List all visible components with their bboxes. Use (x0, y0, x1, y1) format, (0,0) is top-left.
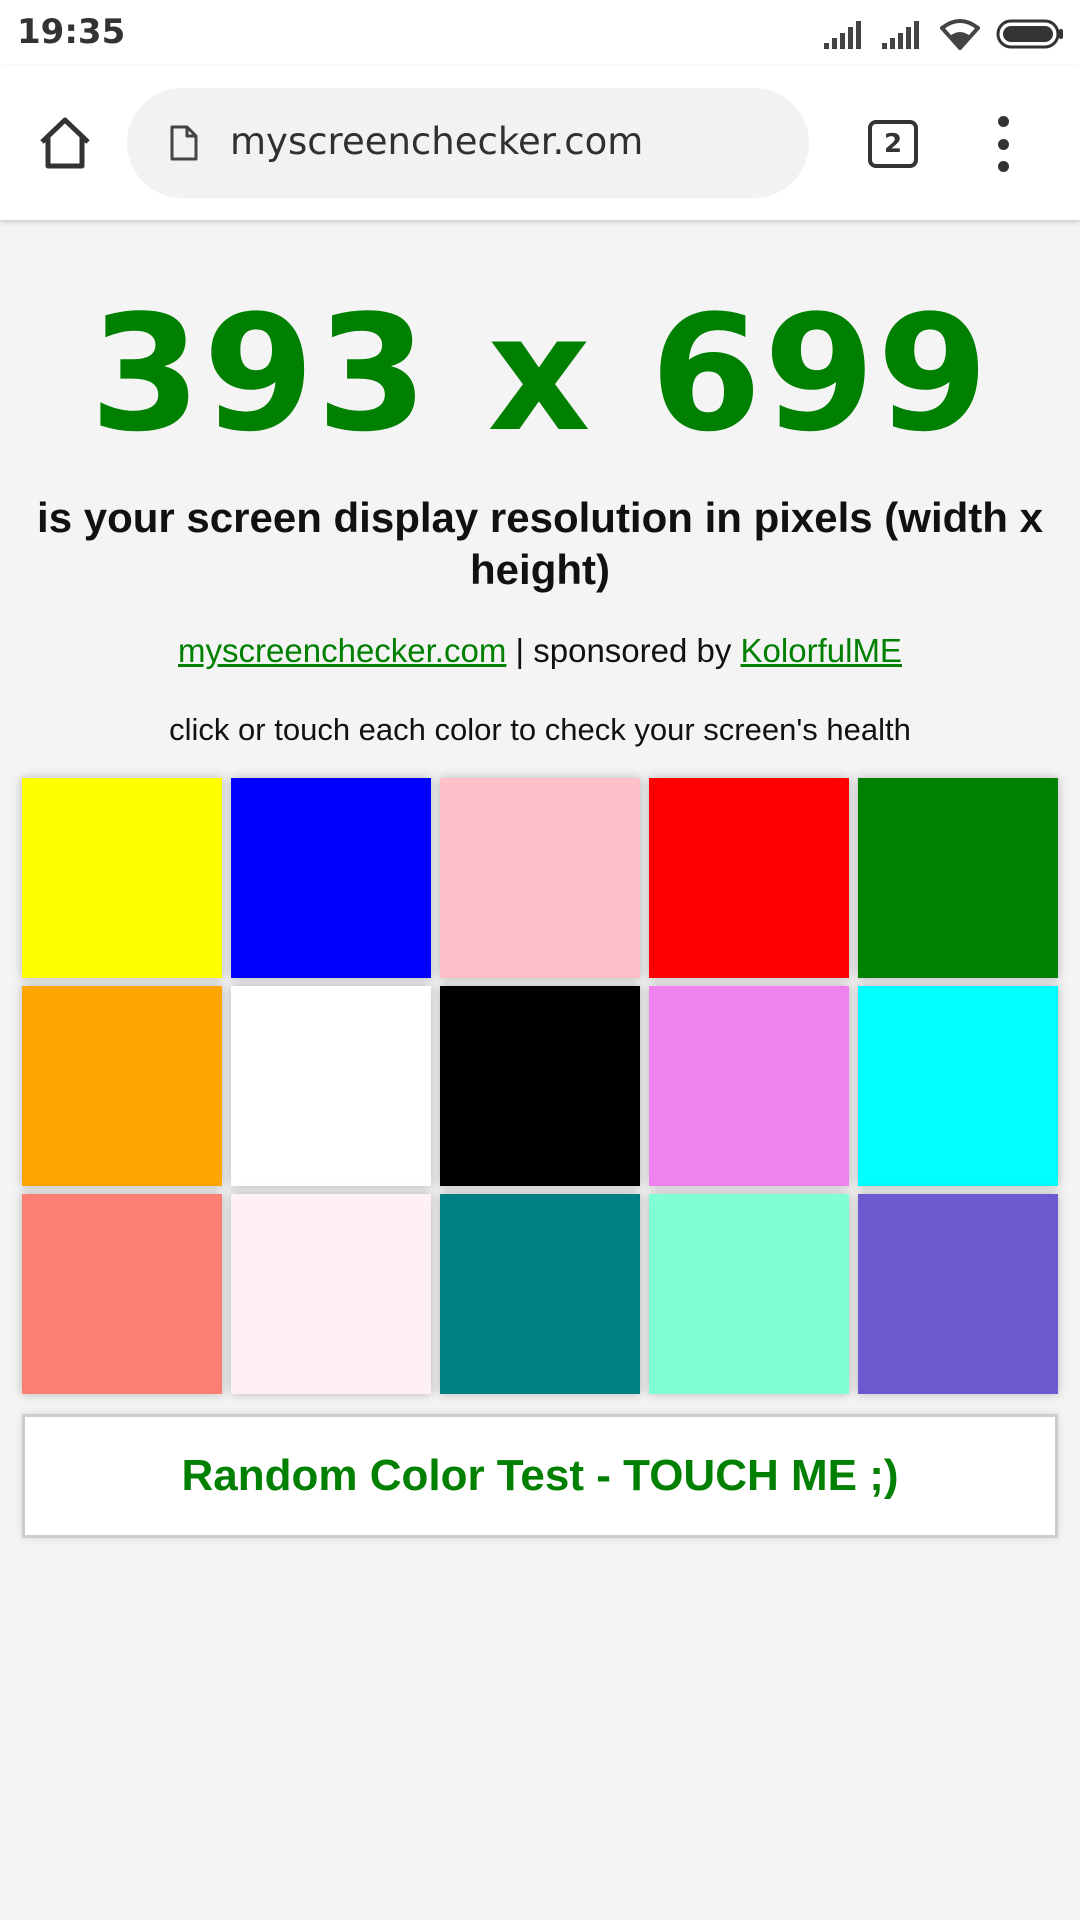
home-icon (40, 117, 90, 169)
wifi-icon (940, 19, 980, 50)
tab-switcher-button[interactable]: 2 (868, 120, 918, 168)
color-swatch[interactable] (858, 1194, 1058, 1394)
color-swatch[interactable] (649, 1194, 849, 1394)
color-swatch[interactable] (440, 986, 640, 1186)
color-swatch[interactable] (22, 1194, 222, 1394)
color-swatch[interactable] (440, 778, 640, 978)
random-color-test-button[interactable]: Random Color Test - TOUCH ME ;) (22, 1414, 1058, 1538)
color-swatch[interactable] (858, 986, 1058, 1186)
color-swatch[interactable] (858, 778, 1058, 978)
color-swatch[interactable] (231, 986, 431, 1186)
resolution-subtitle: is your screen display resolution in pix… (37, 494, 1043, 593)
color-swatch[interactable] (231, 1194, 431, 1394)
instruction-text: click or touch each color to check your … (169, 712, 911, 747)
more-vert-icon[interactable] (985, 116, 1021, 172)
color-swatch[interactable] (22, 778, 222, 978)
home-button[interactable] (36, 114, 94, 172)
resolution-value: 393 x 699 (89, 280, 991, 467)
color-swatch[interactable] (649, 986, 849, 1186)
url-text: myscreenchecker.com (230, 120, 644, 163)
status-icons (824, 14, 1064, 54)
signal-icon (824, 21, 861, 49)
site-link[interactable]: myscreenchecker.com (178, 632, 506, 669)
color-swatch[interactable] (231, 778, 431, 978)
color-swatch[interactable] (22, 986, 222, 1186)
color-swatch[interactable] (440, 1194, 640, 1394)
browser-toolbar: myscreenchecker.com 2 (0, 66, 1080, 220)
color-swatch[interactable] (649, 778, 849, 978)
url-bar[interactable]: myscreenchecker.com (127, 88, 809, 198)
status-time: 19:35 (17, 12, 126, 52)
sponsor-line: myscreenchecker.com | sponsored by Kolor… (0, 632, 1080, 670)
sponsor-text: | sponsored by (506, 632, 741, 669)
battery-icon (996, 19, 1063, 49)
signal-icon (882, 21, 919, 49)
status-bar: 19:35 (0, 0, 1080, 66)
sponsor-link[interactable]: KolorfulME (741, 632, 902, 669)
page-icon (170, 125, 198, 161)
